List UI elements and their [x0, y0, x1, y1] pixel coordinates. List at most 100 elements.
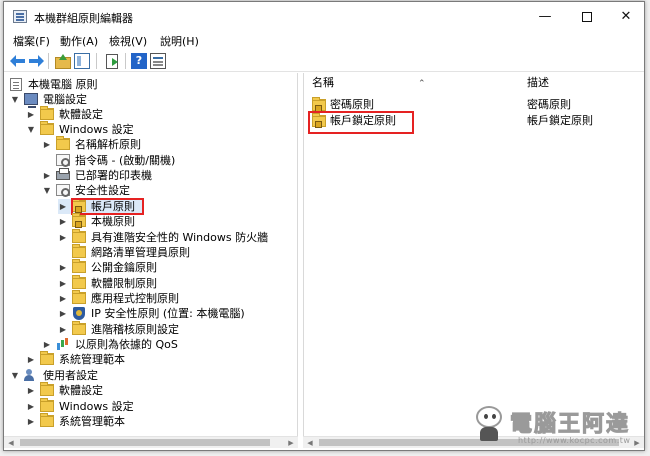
- collapse-chevron-icon[interactable]: ▼: [10, 92, 20, 107]
- list-item-description: 帳戶鎖定原則: [527, 114, 593, 127]
- export-list-icon[interactable]: [104, 53, 120, 69]
- watermark-title: 電腦王阿達: [509, 412, 631, 438]
- tree-node-label: 電腦設定: [43, 93, 87, 106]
- list-item[interactable]: 密碼原則 密碼原則: [310, 97, 640, 113]
- up-one-level-icon[interactable]: [54, 53, 71, 69]
- tree-node-user-config[interactable]: ▼ 使用者設定: [10, 368, 290, 383]
- tree-node-account-policies[interactable]: ▶ 帳戶原則: [58, 198, 142, 214]
- menu-action[interactable]: 動作(A): [60, 33, 98, 49]
- folder-icon: [72, 259, 86, 273]
- expand-chevron-icon[interactable]: ▶: [42, 168, 52, 183]
- tree-node-public-key-policies[interactable]: ▶ 公開金鑰原則: [58, 259, 288, 275]
- column-header-name[interactable]: 名稱 ⌃: [312, 73, 522, 93]
- forward-arrow-icon[interactable]: [28, 53, 44, 69]
- expand-chevron-icon[interactable]: ▶: [58, 214, 68, 229]
- show-hide-console-tree-icon[interactable]: [74, 53, 90, 69]
- tree-node-qos[interactable]: ▶ 以原則為依據的 QoS: [42, 337, 292, 352]
- tree-node-local-computer-policy[interactable]: 本機電腦 原則: [10, 77, 290, 92]
- tree-node-app-control[interactable]: ▶ 應用程式控制原則: [58, 290, 288, 306]
- expand-chevron-icon[interactable]: ▶: [42, 137, 52, 152]
- tree-node-name-resolution-policy[interactable]: ▶ 名稱解析原則: [42, 136, 292, 152]
- title-bar[interactable]: 本機群組原則編輯器 — ✕: [4, 2, 644, 32]
- scroll-left-icon[interactable]: ◀: [4, 437, 18, 449]
- tree-node-label: 以原則為依據的 QoS: [75, 338, 178, 351]
- tree-node-security-settings[interactable]: ▼ 安全性設定: [42, 183, 292, 198]
- menu-bar: 檔案(F) 動作(A) 檢視(V) 說明(H): [4, 32, 644, 50]
- tree-node-label: 軟體設定: [59, 108, 103, 121]
- tree-node-label: 名稱解析原則: [75, 138, 141, 151]
- tree-node-windows-settings[interactable]: ▼ Windows 設定: [26, 121, 286, 137]
- folder-icon: [72, 244, 86, 258]
- scroll-thumb[interactable]: [20, 439, 270, 446]
- expand-chevron-icon[interactable]: ▶: [42, 337, 52, 352]
- tree-node-label: 指令碼 - (啟動/關機): [75, 154, 176, 167]
- tree-node-label: 系統管理範本: [59, 353, 125, 366]
- tree-node-local-policies[interactable]: ▶ 本機原則: [58, 213, 288, 229]
- folder-lock-icon: [72, 198, 86, 213]
- tree-node-software-restriction[interactable]: ▶ 軟體限制原則: [58, 275, 288, 291]
- expand-chevron-icon[interactable]: ▶: [26, 399, 36, 414]
- scroll-left-icon[interactable]: ◀: [303, 437, 317, 449]
- sort-ascending-icon: ⌃: [418, 79, 426, 89]
- tree-node-advanced-audit[interactable]: ▶ 進階稽核原則設定: [58, 321, 288, 337]
- expand-chevron-icon[interactable]: ▶: [26, 414, 36, 429]
- security-settings-icon: [56, 184, 70, 197]
- expand-chevron-icon[interactable]: ▶: [58, 199, 68, 214]
- minimize-button[interactable]: —: [528, 2, 562, 32]
- maximize-button[interactable]: [570, 2, 604, 32]
- tree-node-label: 本機原則: [91, 215, 135, 228]
- help-icon[interactable]: ?: [131, 53, 147, 69]
- tree-node-deployed-printers[interactable]: ▶ 已部署的印表機: [42, 168, 292, 183]
- gpedit-app-icon: [13, 10, 27, 23]
- folder-icon: [40, 382, 54, 396]
- expand-chevron-icon[interactable]: ▶: [58, 322, 68, 337]
- list-item[interactable]: 帳戶鎖定原則 帳戶鎖定原則: [310, 113, 640, 129]
- tree-node-label: 公開金鑰原則: [91, 261, 157, 274]
- list-item-name: 帳戶鎖定原則: [330, 114, 396, 127]
- tree-node-computer-config[interactable]: ▼ 電腦設定: [10, 92, 290, 108]
- expand-chevron-icon[interactable]: ▶: [58, 230, 68, 245]
- expand-chevron-icon[interactable]: ▶: [58, 260, 68, 275]
- toolbar: ?: [4, 50, 644, 72]
- menu-file[interactable]: 檔案(F): [13, 33, 50, 49]
- tree-node-scripts[interactable]: 指令碼 - (啟動/關機): [42, 153, 292, 168]
- tree-node-label: 系統管理範本: [59, 415, 125, 428]
- tree-node-user-admin-templates[interactable]: ▶ 系統管理範本: [26, 413, 286, 429]
- expand-chevron-icon[interactable]: ▶: [26, 107, 36, 122]
- collapse-chevron-icon[interactable]: ▼: [10, 368, 20, 383]
- tree-node-windows-firewall[interactable]: ▶ 具有進階安全性的 Windows 防火牆: [58, 229, 294, 245]
- console-tree[interactable]: 本機電腦 原則 ▼ 電腦設定 ▶ 軟體設定 ▼ Windows 設定 ▶ 名稱解…: [4, 73, 298, 436]
- properties-icon[interactable]: [150, 53, 166, 69]
- printer-icon: [56, 168, 70, 180]
- collapse-chevron-icon[interactable]: ▼: [26, 122, 36, 137]
- column-header-description[interactable]: 描述: [527, 73, 637, 93]
- left-horizontal-scrollbar[interactable]: ◀ ▶: [4, 436, 298, 448]
- column-header-label: 描述: [527, 76, 549, 89]
- tree-node-label: 應用程式控制原則: [91, 292, 179, 305]
- tree-node-label: 網路清單管理員原則: [91, 246, 190, 259]
- tree-node-network-list-manager[interactable]: 網路清單管理員原則: [58, 244, 288, 260]
- tree-node-user-software-settings[interactable]: ▶ 軟體設定: [26, 382, 286, 398]
- tree-node-admin-templates[interactable]: ▶ 系統管理範本: [26, 351, 286, 367]
- tree-node-label: 本機電腦 原則: [28, 78, 98, 91]
- back-arrow-icon[interactable]: [10, 53, 26, 69]
- expand-chevron-icon[interactable]: ▶: [58, 291, 68, 306]
- close-button[interactable]: ✕: [609, 2, 643, 32]
- tree-node-software-settings[interactable]: ▶ 軟體設定: [26, 106, 286, 122]
- tree-node-ip-security[interactable]: ▶ IP 安全性原則 (位置: 本機電腦): [58, 306, 294, 321]
- collapse-chevron-icon[interactable]: ▼: [42, 183, 52, 198]
- folder-lock-icon: [312, 113, 326, 128]
- menu-view[interactable]: 檢視(V): [109, 33, 147, 49]
- expand-chevron-icon[interactable]: ▶: [58, 276, 68, 291]
- expand-chevron-icon[interactable]: ▶: [26, 352, 36, 367]
- folder-icon: [40, 398, 54, 412]
- scroll-right-icon[interactable]: ▶: [284, 437, 298, 449]
- user-icon: [24, 369, 38, 381]
- expand-chevron-icon[interactable]: ▶: [26, 383, 36, 398]
- details-pane[interactable]: 名稱 ⌃ 描述 密碼原則 密碼原則 帳戶鎖定原則 帳戶鎖定原則: [303, 73, 644, 436]
- tree-node-label: 軟體設定: [59, 384, 103, 397]
- menu-help[interactable]: 說明(H): [160, 33, 199, 49]
- expand-chevron-icon[interactable]: ▶: [58, 306, 68, 321]
- tree-node-user-windows-settings[interactable]: ▶ Windows 設定: [26, 398, 286, 414]
- doc-icon: [10, 78, 22, 91]
